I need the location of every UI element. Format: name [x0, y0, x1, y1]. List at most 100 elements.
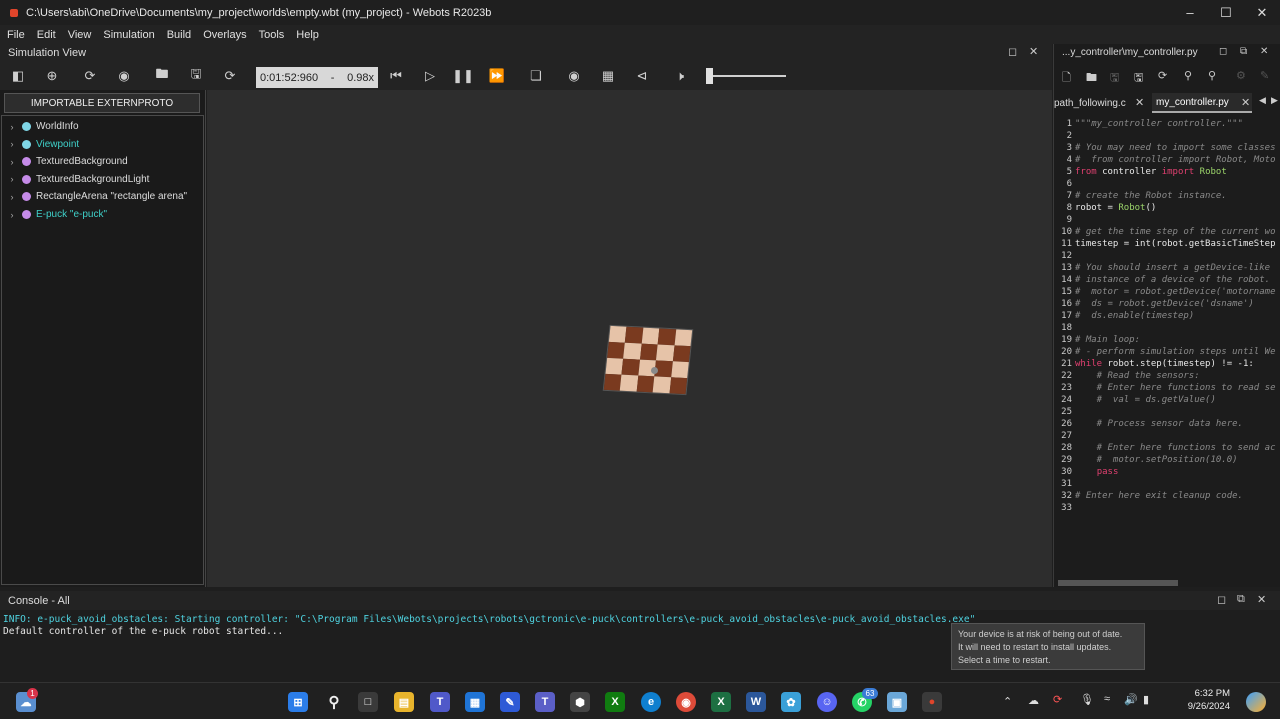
- expand-chevron-icon[interactable]: ›: [2, 157, 22, 167]
- start-windows-icon[interactable]: ⊞: [288, 692, 308, 712]
- expand-chevron-icon[interactable]: ›: [2, 122, 22, 132]
- reset-simulation-icon[interactable]: ⏮: [388, 68, 404, 84]
- speaker-icon[interactable]: 🔊: [1124, 693, 1138, 706]
- wifi-icon[interactable]: ≈: [1104, 693, 1110, 705]
- show-hidden-icons-chevron-icon[interactable]: ⌃: [1003, 695, 1012, 708]
- expand-chevron-icon[interactable]: ›: [2, 139, 22, 149]
- 3d-viewport[interactable]: [207, 90, 1052, 587]
- search-icon[interactable]: ⚲: [324, 692, 344, 712]
- menu-tools[interactable]: Tools: [259, 29, 285, 41]
- share-icon[interactable]: ⊲: [634, 68, 650, 84]
- scene-tree-node[interactable]: › E-puck "e-puck": [2, 206, 108, 223]
- word-icon[interactable]: W: [746, 692, 766, 712]
- expand-chevron-icon[interactable]: ›: [2, 192, 22, 202]
- copilot-icon[interactable]: [1246, 692, 1266, 712]
- teams-icon[interactable]: T: [430, 692, 450, 712]
- screenshot-camera-icon[interactable]: ◉: [566, 68, 582, 84]
- e-puck-robot[interactable]: [651, 367, 658, 374]
- menu-overlays[interactable]: Overlays: [203, 29, 246, 41]
- chrome-browser-icon[interactable]: ◉: [676, 692, 696, 712]
- microsoft-store-icon[interactable]: ▦: [465, 692, 485, 712]
- add-node-icon[interactable]: ⊕: [44, 68, 60, 84]
- update-notification[interactable]: Your device is at risk of being out of d…: [951, 623, 1145, 670]
- tab-my-controller[interactable]: my_controller.py: [1152, 93, 1252, 113]
- scene-tree-node[interactable]: › Viewpoint: [2, 136, 80, 153]
- volume-slider-track[interactable]: [706, 75, 786, 77]
- menu-build[interactable]: Build: [167, 29, 191, 41]
- snipping-tool-icon[interactable]: ▣: [887, 692, 907, 712]
- task-view-icon[interactable]: □: [358, 692, 378, 712]
- open-world-icon[interactable]: 🖿: [154, 66, 170, 84]
- clean-icon[interactable]: ✎: [1260, 69, 1269, 82]
- scene-tree-node[interactable]: › TexturedBackgroundLight: [2, 171, 150, 188]
- excel-icon[interactable]: X: [711, 692, 731, 712]
- editor-horizontal-scrollbar[interactable]: [1058, 580, 1178, 586]
- file-explorer-icon[interactable]: ▤: [394, 692, 414, 712]
- discord-icon[interactable]: ☺: [817, 692, 837, 712]
- battery-icon[interactable]: ▮: [1143, 693, 1149, 706]
- open-file-icon[interactable]: 🖿: [1086, 69, 1097, 88]
- save-all-icon[interactable]: 🖫: [1134, 69, 1143, 88]
- clock-time[interactable]: 6:32 PM: [1170, 688, 1230, 699]
- xbox-icon[interactable]: X: [605, 692, 625, 712]
- volume-icon[interactable]: 🕨: [672, 68, 688, 84]
- menu-help[interactable]: Help: [296, 29, 319, 41]
- close-window-button[interactable]: ✕: [1244, 0, 1280, 25]
- scene-tree-node[interactable]: › TexturedBackground: [2, 153, 128, 170]
- console-float-icon[interactable]: ◻: [1217, 593, 1226, 606]
- app-pen-icon[interactable]: ✎: [500, 692, 520, 712]
- photos-icon[interactable]: ✿: [781, 692, 801, 712]
- record-movie-icon[interactable]: ▦: [600, 68, 616, 84]
- scene-tree-node[interactable]: › RectangleArena "rectangle arena": [2, 188, 188, 205]
- microphone-icon[interactable]: 🎙: [1080, 693, 1094, 706]
- revert-file-icon[interactable]: ⟳: [1158, 69, 1167, 82]
- fast-forward-icon[interactable]: ⏩: [489, 68, 505, 84]
- render-toggle-icon[interactable]: ❏: [528, 68, 544, 84]
- edge-browser-icon[interactable]: e: [641, 692, 661, 712]
- importable-externproto-button[interactable]: IMPORTABLE EXTERNPROTO: [4, 93, 200, 113]
- menu-view[interactable]: View: [68, 29, 92, 41]
- expand-chevron-icon[interactable]: ›: [2, 174, 22, 184]
- step-icon[interactable]: ▷: [422, 68, 438, 84]
- tab-my-controller-close-icon[interactable]: ✕: [1241, 96, 1250, 109]
- clock-date[interactable]: 9/26/2024: [1170, 701, 1230, 712]
- reload-world-icon[interactable]: ⟳: [222, 68, 238, 84]
- menu-file[interactable]: File: [7, 29, 25, 41]
- hide-scene-tree-icon[interactable]: ◧: [10, 68, 26, 84]
- save-file-icon[interactable]: 🖫: [1110, 69, 1119, 88]
- cube-app-icon[interactable]: ⬢: [570, 692, 590, 712]
- onedrive-cloud-icon[interactable]: ☁: [1028, 694, 1039, 707]
- editor-float-icon[interactable]: ◻: [1219, 46, 1227, 57]
- scene-tree-node[interactable]: › WorldInfo: [2, 118, 79, 135]
- webots-taskbar-icon[interactable]: ●: [922, 692, 942, 712]
- rectangle-arena-floor[interactable]: [602, 324, 694, 396]
- console-close-icon[interactable]: ✕: [1257, 593, 1266, 606]
- tab-scroll-right-icon[interactable]: ▶: [1271, 95, 1278, 106]
- expand-chevron-icon[interactable]: ›: [2, 210, 22, 220]
- tab-scroll-left-icon[interactable]: ◀: [1259, 95, 1266, 106]
- pause-icon[interactable]: ❚❚: [452, 68, 474, 84]
- volume-slider-handle[interactable]: [706, 68, 713, 84]
- follow-object-icon[interactable]: ⟳: [82, 68, 98, 84]
- code-editor[interactable]: 1 """my_controller controller.""" 2 3 # You …: [1054, 114, 1280, 514]
- editor-close-icon[interactable]: ✕: [1260, 46, 1268, 57]
- teams-chat-icon[interactable]: T: [535, 692, 555, 712]
- minimize-button[interactable]: –: [1172, 0, 1208, 25]
- float-panel-icon[interactable]: ◻: [1008, 45, 1017, 58]
- build-gear-icon[interactable]: ⚙: [1236, 69, 1246, 82]
- find-icon[interactable]: ⚲: [1184, 69, 1192, 82]
- menu-edit[interactable]: Edit: [37, 29, 56, 41]
- menu-simulation[interactable]: Simulation: [103, 29, 154, 41]
- find-replace-icon[interactable]: ⚲: [1208, 69, 1216, 82]
- visibility-eye-icon[interactable]: ◉: [116, 68, 132, 84]
- update-restart-icon[interactable]: ⟳: [1053, 693, 1062, 706]
- tab-path-following[interactable]: path_following.c: [1054, 93, 1146, 113]
- maximize-button[interactable]: ☐: [1208, 0, 1244, 25]
- save-world-icon[interactable]: 🖫: [188, 66, 204, 84]
- new-file-icon[interactable]: 🗋: [1062, 69, 1071, 88]
- tab-path-following-close-icon[interactable]: ✕: [1135, 96, 1144, 109]
- line-number: 12: [1061, 251, 1072, 261]
- editor-maximize-icon[interactable]: ⧉: [1240, 46, 1247, 57]
- console-maximize-icon[interactable]: ⧉: [1237, 593, 1245, 606]
- close-panel-icon[interactable]: ✕: [1029, 45, 1038, 58]
